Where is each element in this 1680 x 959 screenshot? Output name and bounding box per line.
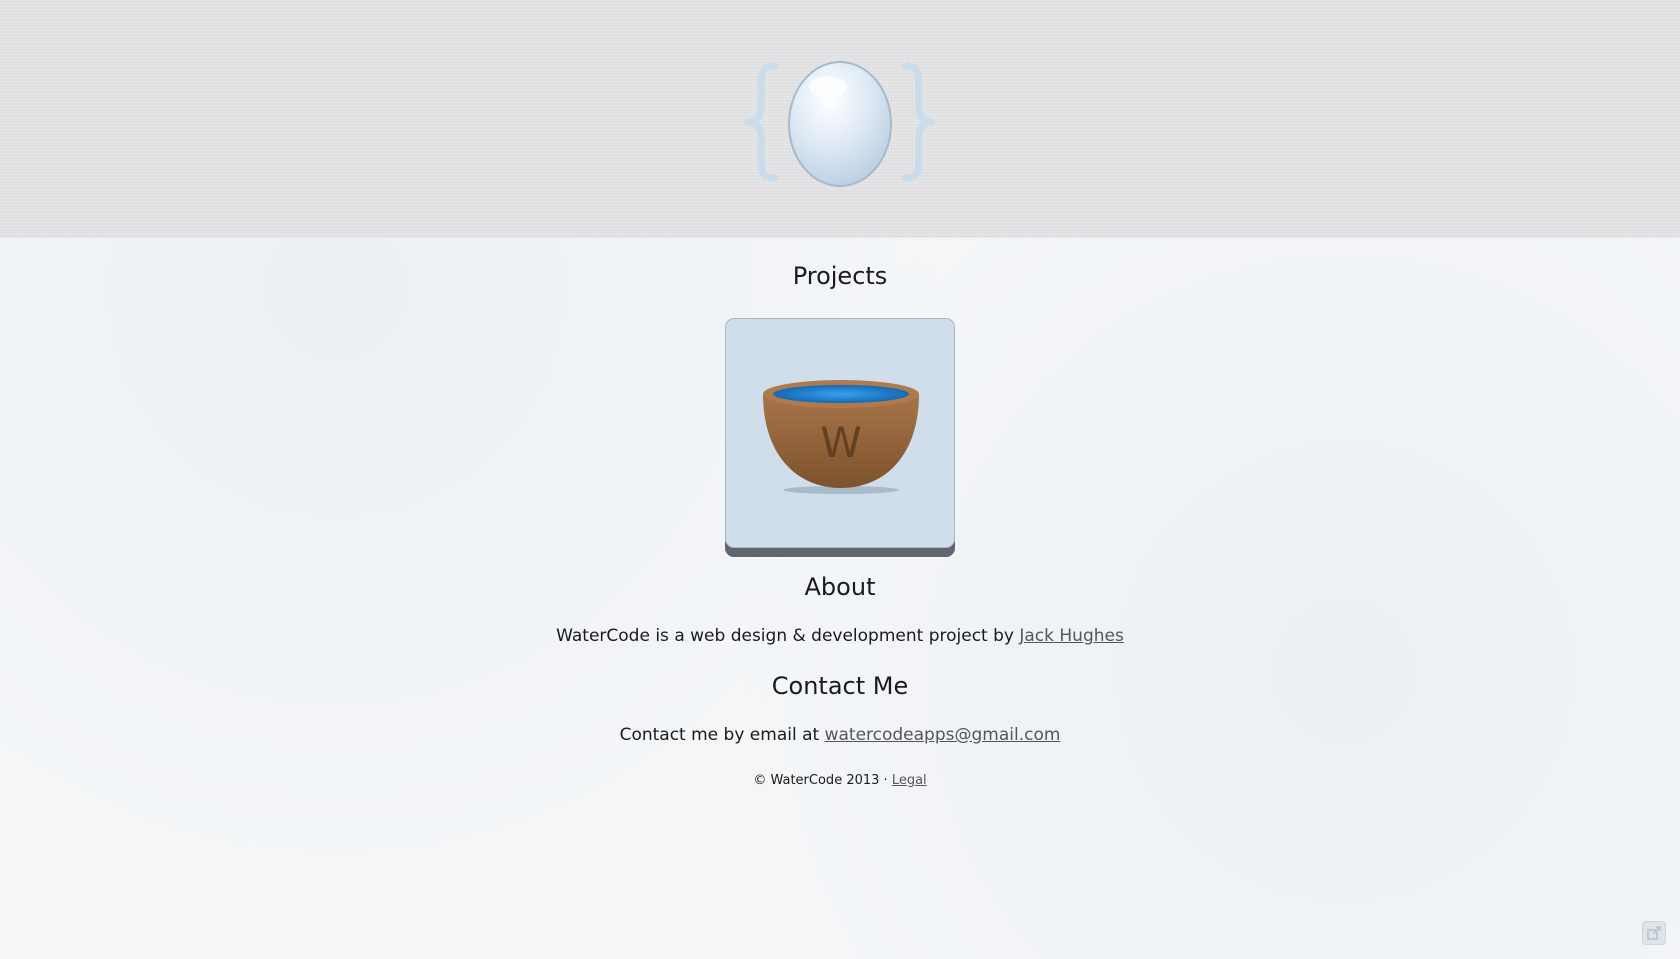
- about-text: WaterCode is a web design & development …: [556, 626, 1020, 646]
- contact-text: Contact me by email at: [619, 725, 825, 745]
- project-watercode-tile[interactable]: W: [725, 318, 955, 548]
- about-paragraph: WaterCode is a web design & development …: [0, 626, 1680, 646]
- copyright-text: © WaterCode 2013 ·: [753, 773, 892, 788]
- email-link[interactable]: watercodeapps@gmail.com: [825, 725, 1061, 745]
- projects-heading: Projects: [792, 262, 888, 290]
- egg-in-braces-icon[interactable]: [745, 52, 935, 192]
- site-header: [0, 0, 1680, 238]
- bowl-letter: W: [820, 418, 862, 467]
- share-button[interactable]: [1642, 921, 1666, 945]
- footer: © WaterCode 2013 · Legal: [0, 773, 1680, 788]
- bowl-icon: W: [763, 380, 919, 494]
- legal-link[interactable]: Legal: [892, 773, 927, 788]
- author-link[interactable]: Jack Hughes: [1019, 626, 1123, 646]
- about-heading: About: [804, 573, 876, 601]
- contact-heading: Contact Me: [771, 672, 909, 700]
- share-icon: [1647, 926, 1661, 940]
- contact-paragraph: Contact me by email at watercodeapps@gma…: [0, 725, 1680, 745]
